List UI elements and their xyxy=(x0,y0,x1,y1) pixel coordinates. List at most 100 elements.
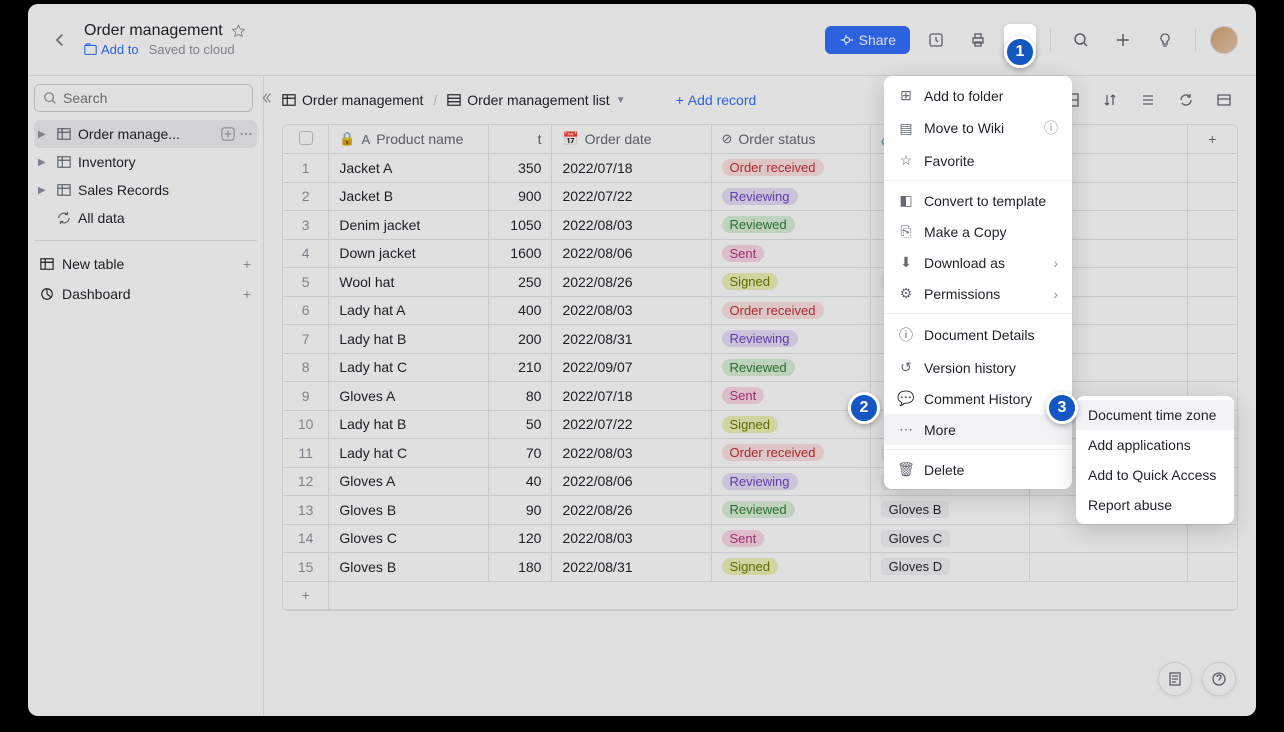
table-row[interactable]: 6Lady hat A4002022/08/03Order received xyxy=(283,296,1237,325)
table-row[interactable]: 7Lady hat B2002022/08/31Reviewing xyxy=(283,325,1237,354)
table-row[interactable]: 8Lady hat C2102022/09/07Reviewed xyxy=(283,353,1237,382)
table-row[interactable]: 5Wool hat2502022/08/26SignedW xyxy=(283,268,1237,297)
help-icon[interactable] xyxy=(1202,662,1236,696)
cell-order-date[interactable]: 2022/08/26 xyxy=(552,268,711,297)
table-row[interactable]: 15Gloves B1802022/08/31SignedGloves D xyxy=(283,553,1237,582)
cell-product-name[interactable]: Jacket B xyxy=(329,182,488,211)
table-row[interactable]: 2Jacket B9002022/07/22Reviewing xyxy=(283,182,1237,211)
cell-product-name[interactable]: Lady hat B xyxy=(329,325,488,354)
table-row[interactable]: 14Gloves C1202022/08/03SentGloves C xyxy=(283,524,1237,553)
cell-order-status[interactable]: Sent xyxy=(711,382,870,411)
cell-product-name[interactable]: Gloves A xyxy=(329,382,488,411)
cell-order-date[interactable]: 2022/08/06 xyxy=(552,239,711,268)
cell-order-status[interactable]: Reviewed xyxy=(711,211,870,240)
cell-order-date[interactable]: 2022/08/06 xyxy=(552,467,711,496)
sidebar-item-inventory[interactable]: ▶ Inventory xyxy=(34,148,257,176)
cell-order-date[interactable]: 2022/08/31 xyxy=(552,553,711,582)
cell-quantity[interactable]: 40 xyxy=(488,467,552,496)
cell-product-name[interactable]: Gloves B xyxy=(329,553,488,582)
cell-product-name[interactable]: Gloves B xyxy=(329,496,488,525)
cell-product-name[interactable]: Wool hat xyxy=(329,268,488,297)
cell-extra[interactable] xyxy=(1029,524,1187,553)
cell-product-name[interactable]: Lady hat A xyxy=(329,296,488,325)
cell-order-date[interactable]: 2022/08/03 xyxy=(552,211,711,240)
cell-order-status[interactable]: Sent xyxy=(711,524,870,553)
share-button[interactable]: Share xyxy=(825,26,910,54)
cell-order-date[interactable]: 2022/07/18 xyxy=(552,382,711,411)
cell-quantity[interactable]: 1050 xyxy=(488,211,552,240)
cell-order-date[interactable]: 2022/08/26 xyxy=(552,496,711,525)
cell-quantity[interactable]: 900 xyxy=(488,182,552,211)
cell-order-status[interactable]: Signed xyxy=(711,268,870,297)
new-table-button[interactable]: New table + xyxy=(34,249,257,279)
search-input-wrapper[interactable] xyxy=(34,84,253,112)
submenu-add-to-quick-access[interactable]: Add to Quick Access xyxy=(1076,460,1234,490)
cell-product-name[interactable]: Gloves C xyxy=(329,524,488,553)
cell-order-status[interactable]: Reviewing xyxy=(711,467,870,496)
cell-quantity[interactable]: 80 xyxy=(488,382,552,411)
col-product-name[interactable]: 🔒AProduct name xyxy=(329,125,488,154)
table-row[interactable]: 1Jacket A3502022/07/18Order received xyxy=(283,154,1237,183)
cell-order-date[interactable]: 2022/08/31 xyxy=(552,325,711,354)
cell-order-date[interactable]: 2022/08/03 xyxy=(552,439,711,468)
dashboard-button[interactable]: Dashboard + xyxy=(34,279,257,309)
sort-icon[interactable] xyxy=(1096,86,1124,114)
cell-order-status[interactable]: Reviewing xyxy=(711,325,870,354)
cell-product-name[interactable]: Lady hat C xyxy=(329,439,488,468)
add-record-button[interactable]: + Add record xyxy=(676,92,757,108)
sidebar-item-order-management[interactable]: ▶ Order manage... xyxy=(34,120,257,148)
cell-quantity[interactable]: 70 xyxy=(488,439,552,468)
menu-make-a-copy[interactable]: ⎘Make a Copy xyxy=(884,216,1072,247)
menu-favorite[interactable]: ☆Favorite xyxy=(884,145,1072,176)
col-order-status[interactable]: ⊘Order status xyxy=(711,125,870,154)
cell-quantity[interactable]: 200 xyxy=(488,325,552,354)
toc-icon[interactable] xyxy=(1158,662,1192,696)
cell-order-status[interactable]: Order received xyxy=(711,296,870,325)
cell-order-date[interactable]: 2022/08/03 xyxy=(552,296,711,325)
print-icon[interactable] xyxy=(962,24,994,56)
table-row[interactable]: 3Denim jacket10502022/08/03Reviewed xyxy=(283,211,1237,240)
cell-quantity[interactable]: 350 xyxy=(488,154,552,183)
menu-document-details[interactable]: ⓘDocument Details xyxy=(884,318,1072,352)
sidebar-item-sales-records[interactable]: ▶ Sales Records xyxy=(34,176,257,204)
cell-order-date[interactable]: 2022/07/22 xyxy=(552,182,711,211)
cell-order-status[interactable]: Reviewed xyxy=(711,496,870,525)
cell-quantity[interactable]: 180 xyxy=(488,553,552,582)
search-input[interactable] xyxy=(63,90,244,106)
search-header-icon[interactable] xyxy=(1065,24,1097,56)
row-height-icon[interactable] xyxy=(1134,86,1162,114)
plus-header-icon[interactable] xyxy=(1107,24,1139,56)
submenu-report-abuse[interactable]: Report abuse xyxy=(1076,490,1234,520)
star-icon[interactable] xyxy=(231,24,246,39)
submenu-add-applications[interactable]: Add applications xyxy=(1076,430,1234,460)
table-row[interactable]: 4Down jacket16002022/08/06Sent xyxy=(283,239,1237,268)
cell-order-date[interactable]: 2022/07/22 xyxy=(552,410,711,439)
menu-delete[interactable]: 🗑Delete xyxy=(884,454,1072,485)
cell-linked[interactable]: Gloves B xyxy=(870,496,1029,525)
cell-order-status[interactable]: Sent xyxy=(711,239,870,268)
cell-product-name[interactable]: Jacket A xyxy=(329,154,488,183)
bulb-icon[interactable] xyxy=(1149,24,1181,56)
col-order-date[interactable]: 📅Order date xyxy=(552,125,711,154)
cell-quantity[interactable]: 120 xyxy=(488,524,552,553)
cell-extra[interactable] xyxy=(1029,553,1187,582)
cell-quantity[interactable]: 400 xyxy=(488,296,552,325)
cell-quantity[interactable]: 210 xyxy=(488,353,552,382)
cell-order-status[interactable]: Reviewing xyxy=(711,182,870,211)
cell-product-name[interactable]: Lady hat C xyxy=(329,353,488,382)
notification-icon[interactable] xyxy=(920,24,952,56)
cell-linked[interactable]: Gloves D xyxy=(870,553,1029,582)
menu-more[interactable]: ⋯More xyxy=(884,414,1072,445)
menu-move-to-wiki[interactable]: ▤Move to Wikiⓘ xyxy=(884,111,1072,145)
cell-order-date[interactable]: 2022/07/18 xyxy=(552,154,711,183)
menu-permissions[interactable]: ⚙Permissions› xyxy=(884,278,1072,309)
cell-quantity[interactable]: 1600 xyxy=(488,239,552,268)
breadcrumb-view[interactable]: Order management list ▼ xyxy=(447,92,625,108)
menu-version-history[interactable]: ↺Version history xyxy=(884,352,1072,383)
cell-product-name[interactable]: Down jacket xyxy=(329,239,488,268)
find-icon[interactable] xyxy=(1210,86,1238,114)
cell-quantity[interactable]: 90 xyxy=(488,496,552,525)
back-button[interactable] xyxy=(46,26,74,54)
col-quantity[interactable]: t xyxy=(488,125,552,154)
cell-product-name[interactable]: Denim jacket xyxy=(329,211,488,240)
